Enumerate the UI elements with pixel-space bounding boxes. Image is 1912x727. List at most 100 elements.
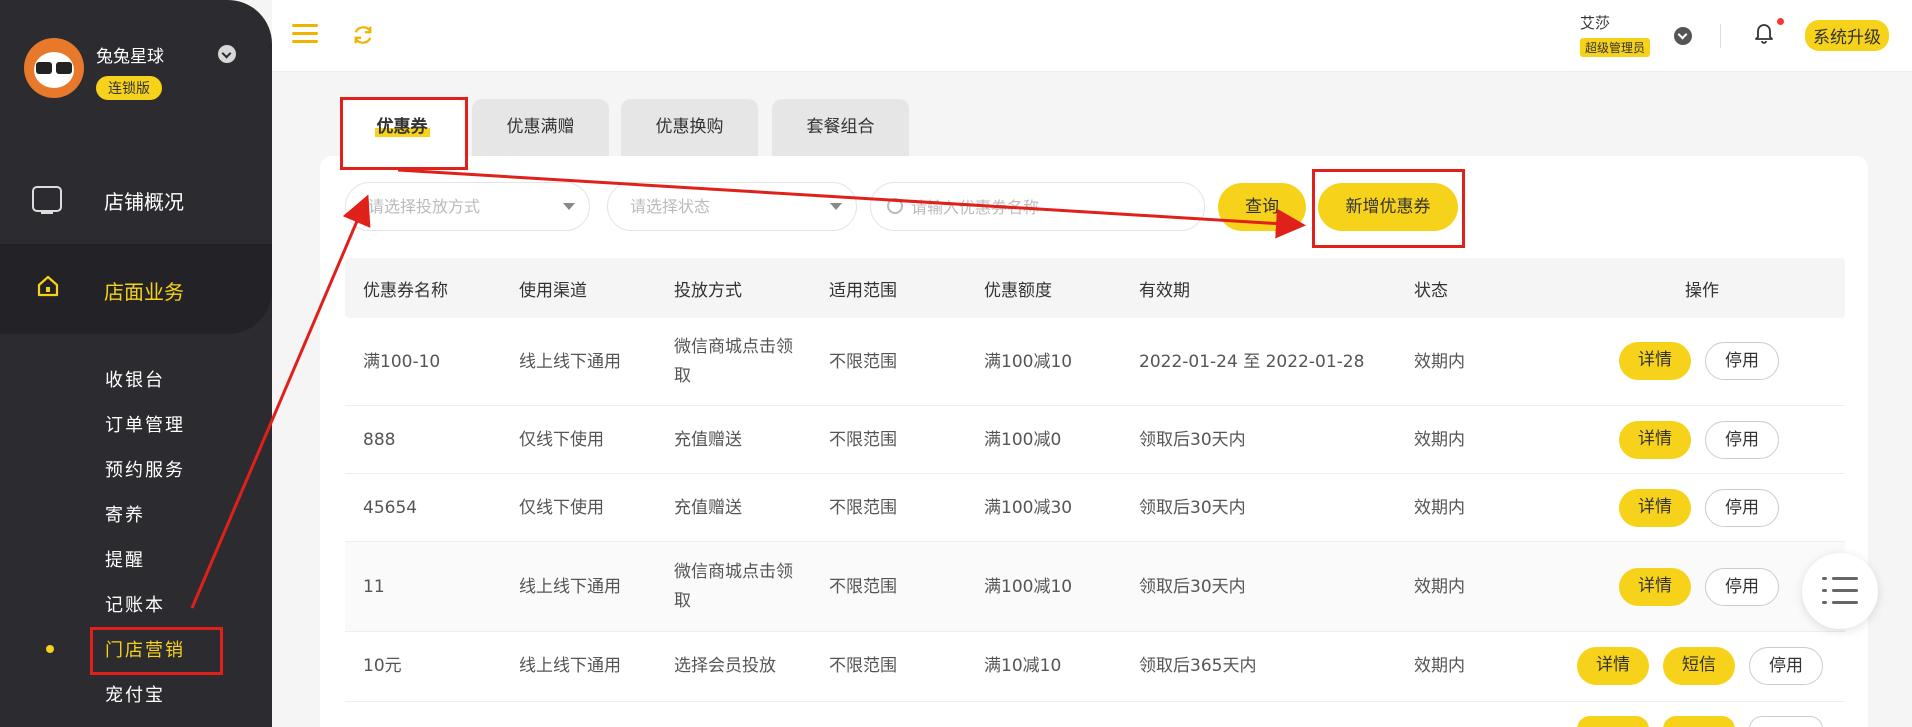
column-header: 有效期 (1139, 281, 1190, 301)
column-header: 优惠券名称 (363, 281, 448, 301)
search-icon (887, 198, 903, 214)
sms-button[interactable] (1663, 716, 1735, 727)
tab-redemption[interactable]: 优惠换购 (621, 99, 758, 156)
cell-scope: 不限范围 (829, 656, 897, 676)
status-select-placeholder: 请选择状态 (630, 197, 711, 216)
coupon-search-field[interactable] (870, 182, 1205, 231)
notification-dot (1777, 18, 1784, 25)
dropdown-arrow-icon (563, 203, 575, 210)
store-edition-badge: 连锁版 (96, 76, 162, 100)
annotation-box-add-button (1312, 169, 1465, 248)
detail-button[interactable]: 详情 (1577, 647, 1649, 685)
cell-scope: 不限范围 (829, 352, 897, 372)
user-name: 艾莎 (1580, 14, 1611, 32)
detail-button[interactable]: 详情 (1619, 568, 1691, 606)
cell-scope: 不限范围 (829, 577, 897, 597)
dropdown-arrow-icon (830, 203, 842, 210)
column-header: 适用范围 (829, 281, 897, 301)
sms-button[interactable]: 短信 (1663, 647, 1735, 685)
cell-name: 45654 (363, 498, 418, 518)
active-indicator-dot (46, 645, 54, 653)
sidebar: 兔兔星球 连锁版 店铺概况 店面业务 收银台 订单管理 预约服务 寄养 提醒 记… (0, 0, 272, 727)
cell-channel: 仅线下使用 (519, 498, 604, 518)
column-header: 状态 (1414, 281, 1448, 301)
disable-button[interactable]: 停用 (1705, 342, 1779, 380)
cell-validity: 领取后365天内 (1139, 656, 1257, 676)
nav-item-label: 店面业务 (104, 280, 184, 304)
column-header: 投放方式 (674, 281, 742, 301)
cell-name: 11 (363, 577, 385, 597)
cell-scope: 不限范围 (829, 430, 897, 450)
coupon-search-input[interactable] (911, 193, 1191, 221)
tab-spend-gift[interactable]: 优惠满赠 (472, 99, 609, 156)
status-select[interactable]: 请选择状态 (607, 182, 857, 231)
cell-channel: 线上线下通用 (519, 656, 621, 676)
disable-button[interactable]: 停用 (1705, 568, 1779, 606)
table-row: 满100-10 线上线下通用 微信商城点击领取 不限范围 满100减10 202… (345, 318, 1845, 406)
hamburger-menu-icon[interactable] (292, 24, 318, 44)
cell-channel: 线上线下通用 (519, 577, 621, 597)
bell-icon[interactable] (1754, 22, 1774, 44)
sub-item-orders[interactable]: 订单管理 (105, 411, 185, 437)
cell-name: 888 (363, 430, 396, 450)
cell-method: 充值赠送 (674, 430, 742, 450)
cell-validity: 领取后30天内 (1139, 498, 1246, 518)
store-name: 兔兔星球 (96, 47, 164, 67)
tab-combo-package[interactable]: 套餐组合 (772, 99, 909, 156)
table-row: 888 仅线下使用 充值赠送 不限范围 满100减0 领取后30天内 效期内 详… (345, 406, 1845, 474)
detail-button[interactable]: 详情 (1619, 342, 1691, 380)
cell-name: 满100-10 (363, 352, 441, 372)
method-select[interactable]: 请选择投放方式 (345, 182, 590, 231)
cell-amount: 满100减10 (984, 352, 1073, 372)
cell-amount: 满100减0 (984, 430, 1062, 450)
detail-button[interactable]: 详情 (1619, 421, 1691, 459)
nav-item-store-overview[interactable]: 店铺概况 (0, 158, 272, 244)
cell-name: 10元 (363, 656, 402, 676)
cell-amount: 满100减30 (984, 498, 1073, 518)
cell-amount: 满10减10 (984, 656, 1062, 676)
chevron-down-icon[interactable] (218, 45, 236, 63)
sub-item-pet-pay[interactable]: 宠付宝 (105, 681, 165, 707)
cell-validity: 领取后30天内 (1139, 577, 1246, 597)
nav-item-label: 店铺概况 (104, 190, 184, 214)
sub-item-cashier[interactable]: 收银台 (105, 366, 165, 392)
table-row (345, 702, 1845, 727)
store-switcher[interactable]: 兔兔星球 连锁版 (24, 38, 254, 108)
home-icon (37, 275, 59, 297)
cell-method: 选择会员投放 (674, 656, 776, 676)
table-row: 45654 仅线下使用 充值赠送 不限范围 满100减30 领取后30天内 效期… (345, 474, 1845, 542)
system-upgrade-button[interactable]: 系统升级 (1805, 20, 1889, 51)
disable-button[interactable] (1749, 716, 1823, 727)
cell-status: 效期内 (1414, 498, 1465, 518)
sub-item-boarding[interactable]: 寄养 (105, 501, 145, 527)
cell-validity: 2022-01-24 至 2022-01-28 (1139, 352, 1365, 372)
cell-method: 充值赠送 (674, 498, 742, 518)
sub-item-reminders[interactable]: 提醒 (105, 546, 145, 572)
query-button[interactable]: 查询 (1218, 183, 1306, 231)
detail-button[interactable] (1577, 716, 1649, 727)
cell-status: 效期内 (1414, 656, 1465, 676)
method-select-placeholder: 请选择投放方式 (368, 197, 481, 216)
refresh-icon[interactable] (352, 24, 374, 46)
top-header: 艾莎 超级管理员 系统升级 (272, 0, 1912, 72)
column-header: 使用渠道 (519, 281, 587, 301)
column-header: 优惠额度 (984, 281, 1052, 301)
monitor-icon (32, 186, 62, 214)
table-row: 11 线上线下通用 微信商城点击领取 不限范围 满100减10 领取后30天内 … (345, 542, 1845, 632)
disable-button[interactable]: 停用 (1705, 489, 1779, 527)
cell-status: 效期内 (1414, 352, 1465, 372)
cell-method: 微信商城点击领取 (674, 562, 793, 611)
cell-status: 效期内 (1414, 430, 1465, 450)
floating-list-button[interactable] (1802, 553, 1878, 629)
nav-item-store-business[interactable]: 店面业务 (0, 244, 272, 334)
detail-button[interactable]: 详情 (1619, 489, 1691, 527)
sub-item-ledger[interactable]: 记账本 (105, 591, 165, 617)
cell-channel: 线上线下通用 (519, 352, 621, 372)
disable-button[interactable]: 停用 (1705, 421, 1779, 459)
header-divider (1720, 24, 1721, 48)
table-header: 优惠券名称 使用渠道 投放方式 适用范围 优惠额度 有效期 状态 操作 (345, 258, 1845, 318)
cell-channel: 仅线下使用 (519, 430, 604, 450)
disable-button[interactable]: 停用 (1749, 647, 1823, 685)
sub-item-appointments[interactable]: 预约服务 (105, 456, 185, 482)
chevron-down-icon[interactable] (1674, 27, 1692, 45)
